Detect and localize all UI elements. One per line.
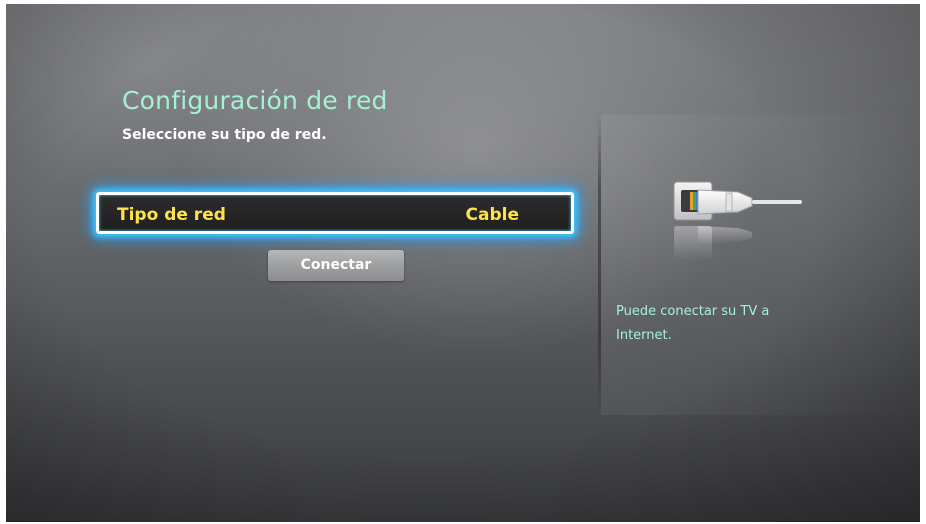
network-type-selector[interactable]: Tipo de red Cable	[96, 192, 574, 234]
network-type-value: Cable	[465, 205, 519, 225]
ethernet-cable-icon	[673, 181, 802, 260]
connect-button[interactable]: Conectar	[268, 250, 404, 281]
panel-divider	[598, 115, 601, 415]
network-type-label: Tipo de red	[117, 205, 226, 225]
help-text: Puede conectar su TV a Internet.	[616, 304, 770, 343]
page-subtitle: Seleccione su tipo de red.	[122, 127, 327, 143]
page-title: Configuración de red	[122, 86, 388, 115]
